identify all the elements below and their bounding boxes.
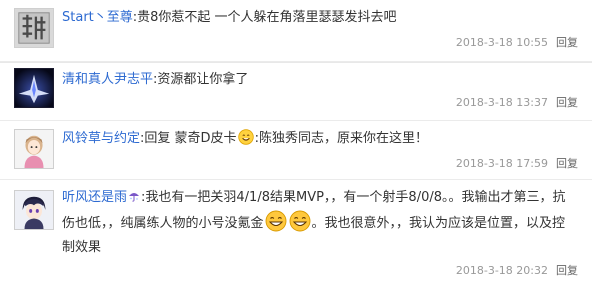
- comment-text: 贵8你惹不起 一个人躲在角落里瑟瑟发抖去吧: [137, 10, 397, 25]
- comment-body: 清和真人尹志平:资源都让你拿了: [62, 68, 578, 92]
- timestamp: 2018-3-18 17:59: [455, 157, 548, 170]
- grin-emoji-icon: [265, 210, 286, 232]
- avatar-anime-boy-icon: [15, 191, 53, 229]
- comment-text: :陈独秀同志，原来你在这里！: [254, 131, 428, 146]
- username-link[interactable]: 听风还是雨: [62, 190, 127, 205]
- grin-emoji-icon: [289, 210, 310, 232]
- avatar[interactable]: [14, 8, 54, 48]
- comment-body: 听风还是雨 :我也有一把关羽4/1/8结果MVP，，有一个射手8/0/8。。我输…: [62, 186, 578, 260]
- comment-text: 资源都让你拿了: [157, 72, 249, 87]
- username-link[interactable]: 风铃草与约定: [62, 131, 140, 146]
- avatar-qin-character-icon: [15, 9, 53, 47]
- avatar[interactable]: [14, 190, 54, 230]
- smile-emoji-icon: [237, 129, 254, 145]
- comment-text: 回复 蒙奇D皮卡: [144, 131, 237, 146]
- username-link[interactable]: 清和真人尹志平: [62, 72, 153, 87]
- comment-item: 清和真人尹志平:资源都让你拿了 2018-3-18 13:37 回复: [0, 62, 592, 121]
- avatar[interactable]: [14, 129, 54, 169]
- comment-item: Start丶至尊:贵8你惹不起 一个人躲在角落里瑟瑟发抖去吧 2018-3-18…: [0, 0, 592, 63]
- avatar-anime-girl-icon: [15, 130, 53, 168]
- reply-button[interactable]: 回复: [556, 264, 578, 277]
- username-link[interactable]: Start丶至尊: [62, 10, 133, 25]
- comment-meta: 2018-3-18 13:37 回复: [456, 96, 578, 110]
- comment-item: 听风还是雨 :我也有一把关羽4/1/8结果MVP，，有一个射手8/0/8。。我输…: [0, 180, 592, 297]
- comment-item: 风铃草与约定:回复 蒙奇D皮卡 :陈独秀同志，原来你在这里！ 2018-3-18…: [0, 121, 592, 180]
- reply-button[interactable]: 回复: [556, 96, 578, 109]
- avatar-star-logo-icon: [15, 69, 53, 107]
- timestamp: 2018-3-18 13:37: [455, 96, 548, 109]
- reply-button[interactable]: 回复: [556, 36, 578, 49]
- reply-button[interactable]: 回复: [556, 157, 578, 170]
- comment-body: 风铃草与约定:回复 蒙奇D皮卡 :陈独秀同志，原来你在这里！: [62, 127, 578, 151]
- avatar[interactable]: [14, 68, 54, 108]
- comment-meta: 2018-3-18 10:55 回复: [456, 36, 578, 50]
- timestamp: 2018-3-18 10:55: [455, 36, 548, 49]
- vip-umbrella-icon: [129, 193, 140, 202]
- comment-body: Start丶至尊:贵8你惹不起 一个人躲在角落里瑟瑟发抖去吧: [62, 6, 578, 30]
- comment-meta: 2018-3-18 20:32 回复: [456, 264, 578, 278]
- comment-meta: 2018-3-18 17:59 回复: [456, 157, 578, 171]
- timestamp: 2018-3-18 20:32: [455, 264, 548, 277]
